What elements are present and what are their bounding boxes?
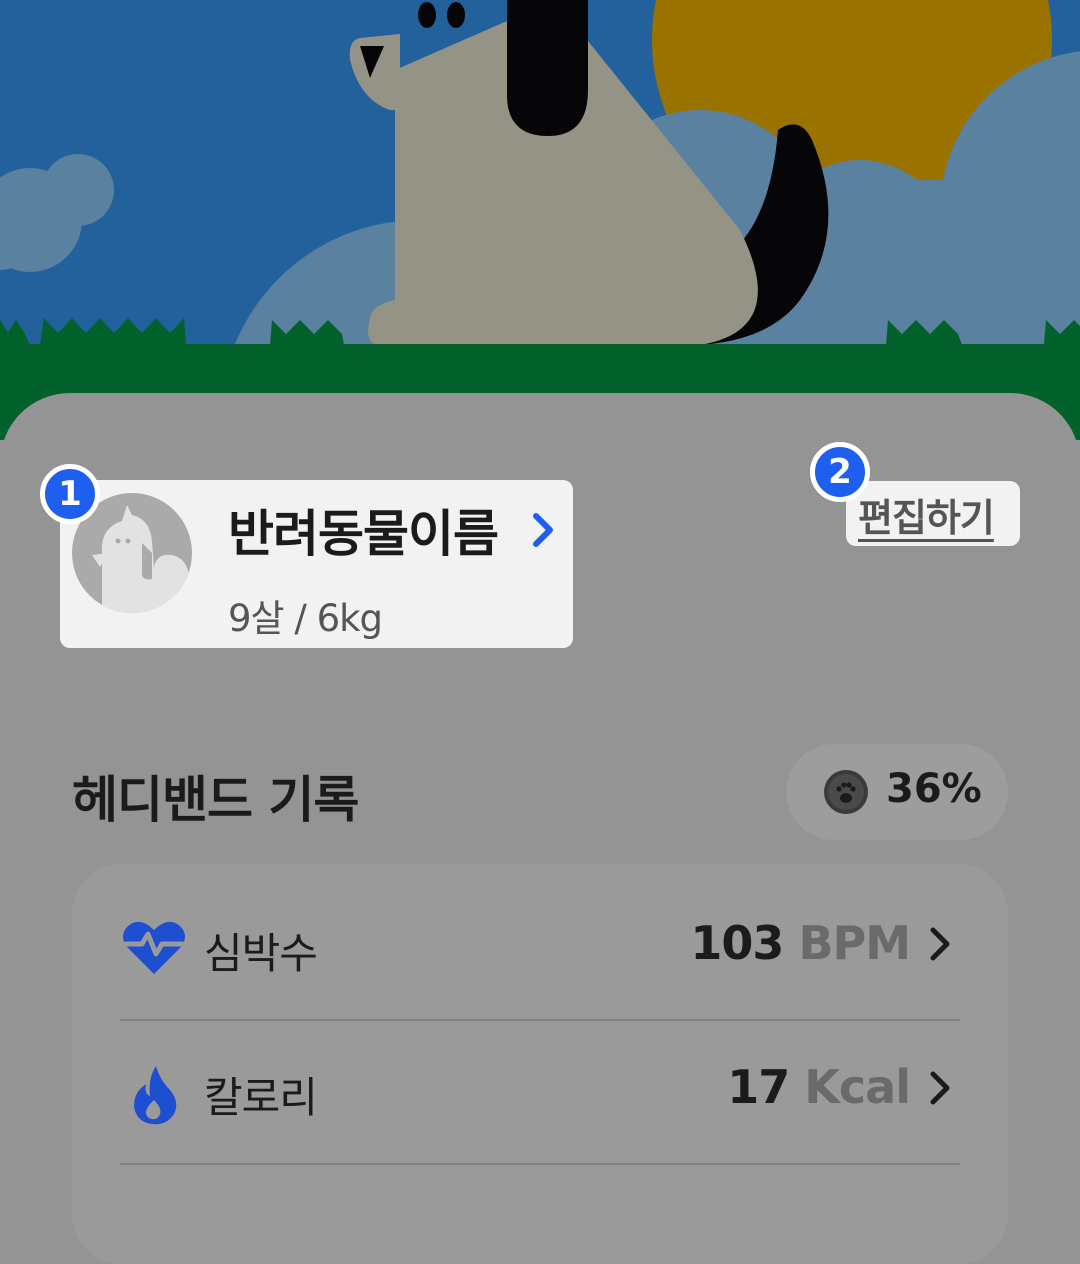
chevron-right-icon (928, 926, 954, 966)
edit-button-label: 편집하기 (858, 496, 995, 540)
annotation-badge-2: 2 (810, 442, 870, 502)
edit-button[interactable]: 편집하기 (846, 481, 1020, 546)
section-title: 헤디밴드 기록 (72, 771, 359, 829)
heart-rate-row[interactable]: 심박수 103 BPM (72, 876, 1008, 1018)
record-label: 심박수 (204, 929, 318, 978)
pet-name: 반려동물이름 (228, 505, 499, 563)
pet-profile-card[interactable]: 반려동물이름 9살 / 6kg (60, 480, 573, 648)
record-label: 칼로리 (204, 1073, 318, 1122)
record-number: 17 (727, 1060, 790, 1114)
heart-pulse-icon (122, 918, 186, 980)
calorie-row[interactable]: 칼로리 17 Kcal (72, 1020, 1008, 1162)
battery-percent: 36% (886, 766, 982, 812)
chevron-right-icon (928, 1070, 954, 1110)
record-number: 103 (690, 916, 784, 970)
battery-status[interactable]: 36% (786, 744, 1008, 840)
paw-device-icon (822, 768, 870, 820)
divider (120, 1163, 960, 1165)
pet-age-weight: 9살 / 6kg (228, 597, 383, 640)
headband-records-card: 심박수 103 BPM 칼로리 17 Kcal (72, 864, 1008, 1264)
record-unit: Kcal (804, 1060, 911, 1114)
chevron-right-icon (530, 512, 558, 552)
hero-illustration (0, 0, 1080, 440)
record-unit: BPM (798, 916, 911, 970)
flame-icon (122, 1062, 186, 1130)
record-value: 17 Kcal (727, 1060, 911, 1114)
annotation-badge-1: 1 (40, 464, 100, 524)
record-value: 103 BPM (690, 916, 911, 970)
